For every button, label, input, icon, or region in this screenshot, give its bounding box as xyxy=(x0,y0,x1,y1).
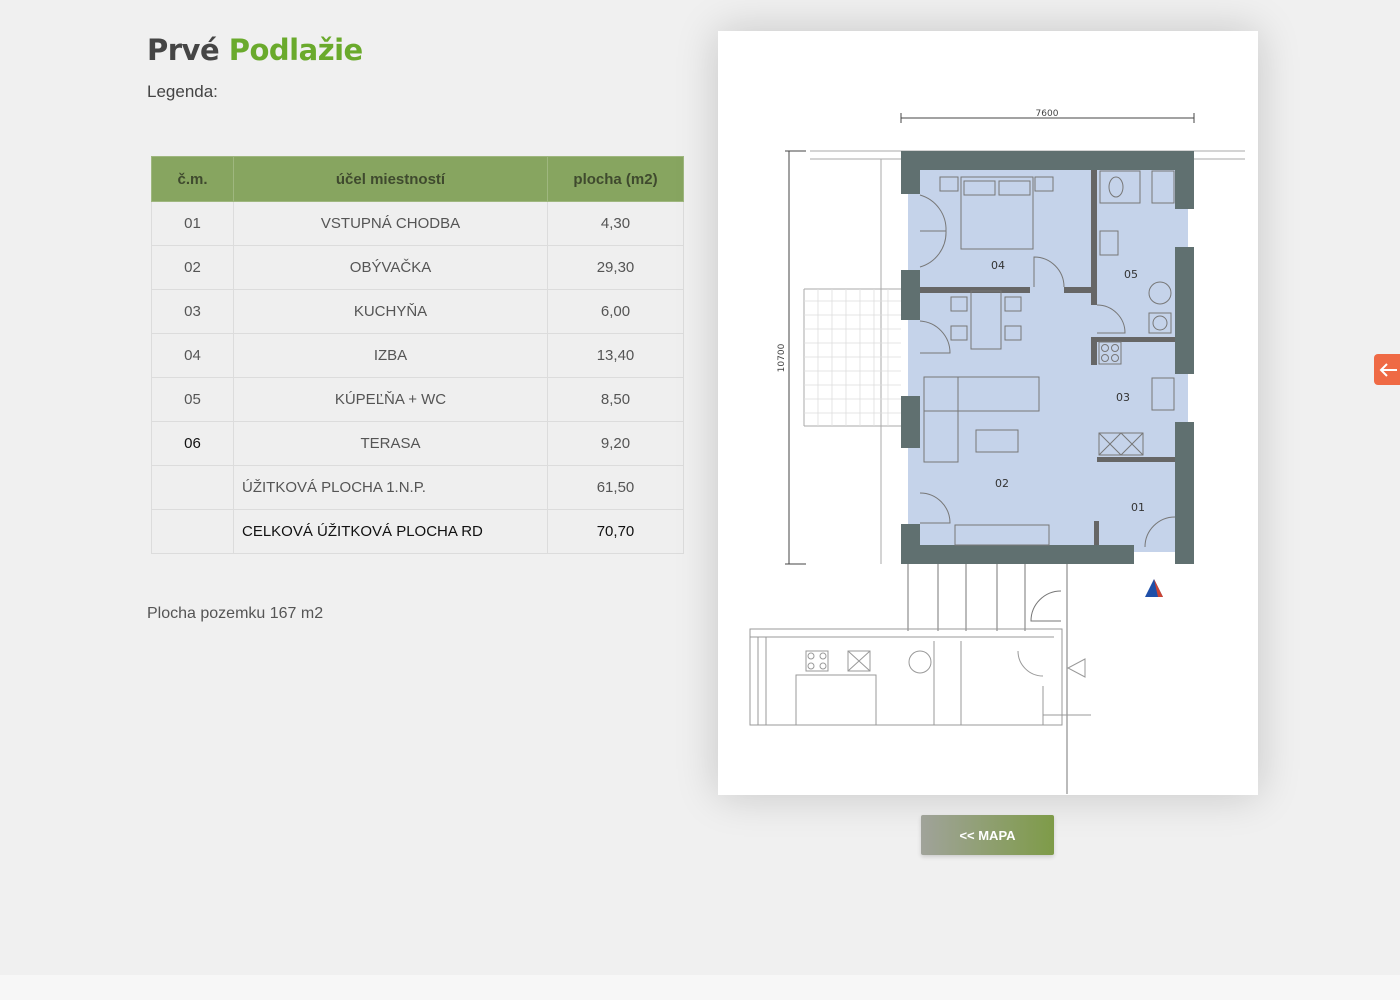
room-area: 4,30 xyxy=(547,201,684,246)
room-name: OBÝVAČKA xyxy=(233,245,548,290)
title-part-1: Prvé xyxy=(147,33,220,67)
room-name: VSTUPNÁ CHODBA xyxy=(233,201,548,246)
room-number: 04 xyxy=(151,333,234,378)
room-area: 8,50 xyxy=(547,377,684,422)
summary-area: 61,50 xyxy=(547,465,684,510)
floorplan-drawing: 7600 10700 04 05 03 02 01 xyxy=(749,109,1245,794)
table-row: 05 KÚPEĽŇA + WC 8,50 xyxy=(151,377,684,422)
table-header-row: č.m. účel miestností plocha (m2) xyxy=(151,156,684,202)
room-name: IZBA xyxy=(233,333,548,378)
summary-total-area: 70,70 xyxy=(547,509,684,554)
map-button[interactable]: << MAPA xyxy=(921,815,1054,855)
room-area: 6,00 xyxy=(547,289,684,334)
room-number: 03 xyxy=(151,289,234,334)
table-row: 01 VSTUPNÁ CHODBA 4,30 xyxy=(151,201,684,246)
room-name: TERASA xyxy=(233,421,548,466)
room-label-05: 05 xyxy=(1124,268,1138,281)
room-name: KUCHYŇA xyxy=(233,289,548,334)
summary-empty-cell xyxy=(151,465,234,510)
table-row: 02 OBÝVAČKA 29,30 xyxy=(151,245,684,290)
room-area: 29,30 xyxy=(547,245,684,290)
header-room-number: č.m. xyxy=(151,156,234,202)
table-row: 03 KUCHYŇA 6,00 xyxy=(151,289,684,334)
summary-row: CELKOVÁ ÚŽITKOVÁ PLOCHA RD 70,70 xyxy=(151,509,684,554)
room-number: 02 xyxy=(151,245,234,290)
footer-strip xyxy=(0,975,1400,1000)
rooms-table: č.m. účel miestností plocha (m2) 01 VSTU… xyxy=(151,156,684,554)
triangle-marker-icon xyxy=(1145,579,1163,597)
room-area: 9,20 xyxy=(547,421,684,466)
summary-row: ÚŽITKOVÁ PLOCHA 1.N.P. 61,50 xyxy=(151,465,684,510)
title-part-2: Podlažie xyxy=(228,33,363,67)
plot-area-text: Plocha pozemku 167 m2 xyxy=(147,605,324,622)
summary-total-label: CELKOVÁ ÚŽITKOVÁ PLOCHA RD xyxy=(233,509,548,554)
room-label-04: 04 xyxy=(991,259,1005,272)
room-label-02: 02 xyxy=(995,477,1009,490)
room-number: 01 xyxy=(151,201,234,246)
header-room-purpose: účel miestností xyxy=(233,156,548,202)
dimension-height: 10700 xyxy=(777,343,787,372)
floorplan-image[interactable]: 7600 10700 04 05 03 02 01 xyxy=(718,31,1258,795)
room-number: 05 xyxy=(151,377,234,422)
summary-empty-cell xyxy=(151,509,234,554)
dimension-width: 7600 xyxy=(1036,109,1059,119)
table-row: 06 TERASA 9,20 xyxy=(151,421,684,466)
page-title: Prvé Podlažie xyxy=(147,30,363,70)
room-name: KÚPEĽŇA + WC xyxy=(233,377,548,422)
room-label-01: 01 xyxy=(1131,501,1145,514)
summary-label: ÚŽITKOVÁ PLOCHA 1.N.P. xyxy=(233,465,548,510)
side-tab-button[interactable] xyxy=(1374,354,1400,385)
room-label-03: 03 xyxy=(1116,391,1130,404)
room-number: 06 xyxy=(151,421,234,466)
header-room-area: plocha (m2) xyxy=(547,156,684,202)
arrow-left-icon xyxy=(1379,362,1397,377)
legend-label: Legenda: xyxy=(147,82,218,101)
table-row: 04 IZBA 13,40 xyxy=(151,333,684,378)
room-area: 13,40 xyxy=(547,333,684,378)
